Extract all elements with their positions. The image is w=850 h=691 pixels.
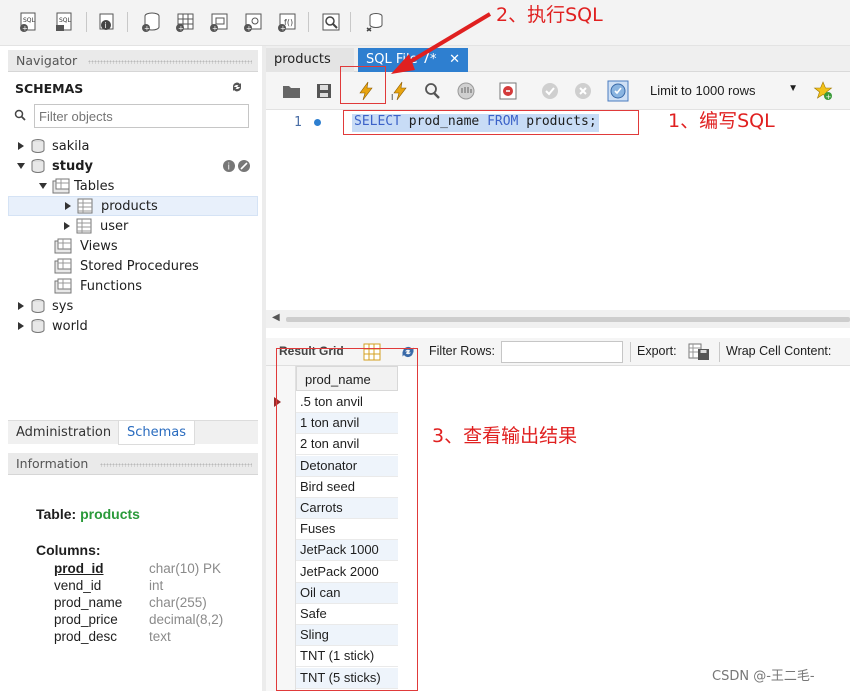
expand-arrow-icon[interactable] <box>63 201 73 211</box>
annotation-execute-sql: 2、执行SQL <box>496 4 603 26</box>
tree-schema-sakila[interactable]: sakila <box>16 136 89 156</box>
svg-text:+: + <box>212 25 218 33</box>
tables-folder-icon <box>52 178 70 194</box>
tree-schema-study[interactable]: study <box>16 156 93 176</box>
rollback-icon[interactable] <box>571 80 595 102</box>
svg-text:i: i <box>105 21 107 30</box>
export-icon[interactable] <box>688 342 710 366</box>
limit-rows-select[interactable]: Limit to 1000 rows ▼ <box>646 81 804 103</box>
views-folder-icon <box>54 238 72 254</box>
expand-arrow-icon[interactable] <box>16 301 26 311</box>
commit-icon[interactable] <box>538 80 562 102</box>
tree-folder-tables[interactable]: Tables <box>38 176 114 196</box>
info-table-name: products <box>80 506 140 522</box>
annotation-write-sql: 1、编写SQL <box>668 110 775 132</box>
create-table-icon[interactable]: + <box>172 9 198 35</box>
create-function-icon[interactable]: f() + <box>274 9 300 35</box>
filter-objects-input-wrap <box>34 104 249 128</box>
tree-table-user[interactable]: user <box>62 216 128 236</box>
svg-text:SQL: SQL <box>59 17 72 24</box>
explain-magnifier-icon[interactable] <box>420 80 444 102</box>
execute-current-statement-icon[interactable]: I <box>388 80 412 102</box>
information-title: Information <box>16 456 89 471</box>
info-table-label: Table: products <box>36 506 140 522</box>
filter-rows-label: Filter Rows: <box>429 344 495 358</box>
tree-folder-views[interactable]: Views <box>54 236 118 256</box>
svg-text:+: + <box>144 25 150 33</box>
sql-editor[interactable]: 1 SELECT prod_name FROM products; <box>266 110 850 310</box>
watermark: CSDN @-王二毛- <box>712 669 815 684</box>
svg-text:i: i <box>228 163 231 173</box>
database-icon <box>31 139 45 153</box>
open-sql-script-icon[interactable]: SQL <box>52 9 78 35</box>
collapse-arrow-icon[interactable] <box>38 181 48 191</box>
annotation-view-results: 3、查看输出结果 <box>432 425 578 447</box>
expand-arrow-icon[interactable] <box>16 321 26 331</box>
info-columns-label: Columns: <box>36 542 101 558</box>
svg-text:+: + <box>826 93 832 101</box>
wrap-cell-content-label: Wrap Cell Content: <box>726 344 832 358</box>
expand-arrow-icon[interactable] <box>62 221 72 231</box>
procedures-folder-icon <box>54 258 72 274</box>
schema-info-icon[interactable]: i <box>222 158 254 178</box>
annotation-box-execute <box>340 66 386 104</box>
scroll-thumb[interactable] <box>286 317 850 322</box>
svg-text:+: + <box>280 25 286 33</box>
create-schema-icon[interactable]: + <box>138 9 164 35</box>
schemas-title: SCHEMAS <box>15 81 84 96</box>
information-header: Information <box>8 453 258 475</box>
line-marker-icon <box>314 119 321 126</box>
svg-text:I: I <box>391 93 393 101</box>
navigator-title: Navigator <box>16 53 78 68</box>
database-icon <box>31 299 45 313</box>
stop-icon[interactable] <box>454 80 478 102</box>
tree-schema-world[interactable]: world <box>16 316 88 336</box>
line-number: 1 <box>294 115 302 130</box>
horizontal-scrollbar[interactable]: ◀ <box>266 310 850 328</box>
create-procedure-icon[interactable]: + <box>240 9 266 35</box>
chevron-down-icon: ▼ <box>788 83 798 94</box>
table-icon <box>77 198 93 214</box>
scroll-left-icon[interactable]: ◀ <box>272 312 280 323</box>
navigator-header: Navigator <box>8 50 258 72</box>
tree-schema-sys[interactable]: sys <box>16 296 73 316</box>
toggle-autocommit-icon[interactable] <box>606 80 630 102</box>
search-table-data-icon[interactable] <box>318 9 344 35</box>
add-snippet-star-icon[interactable]: + <box>811 80 835 102</box>
annotation-arrow <box>391 12 492 74</box>
filter-objects-input[interactable] <box>35 105 248 127</box>
svg-text:+: + <box>246 25 252 33</box>
tab-schemas[interactable]: Schemas <box>118 421 196 445</box>
collapse-arrow-icon[interactable] <box>16 161 26 171</box>
expand-arrow-icon[interactable] <box>16 141 26 151</box>
annotation-box-results <box>276 348 418 691</box>
database-icon <box>31 319 45 333</box>
table-icon <box>76 218 92 234</box>
tree-folder-stored-procedures[interactable]: Stored Procedures <box>54 256 199 276</box>
export-label: Export: <box>637 344 677 358</box>
svg-text:+: + <box>22 25 28 33</box>
svg-text:SQL: SQL <box>23 17 36 24</box>
information-panel: Table: products Columns: prod_id char(10)… <box>8 475 258 691</box>
annotation-box-sql <box>343 110 639 135</box>
refresh-icon[interactable] <box>230 80 244 98</box>
tree-table-products[interactable]: products <box>8 196 258 216</box>
functions-folder-icon <box>54 278 72 294</box>
navigator-bottom-tabs: Administration Schemas <box>8 420 258 445</box>
save-icon[interactable] <box>312 80 336 102</box>
filter-rows-input[interactable] <box>501 341 623 363</box>
new-sql-tab-icon[interactable]: SQL + <box>16 9 42 35</box>
open-file-icon[interactable] <box>280 80 304 102</box>
tree-folder-functions[interactable]: Functions <box>54 276 142 296</box>
tab-administration[interactable]: Administration <box>8 421 119 445</box>
create-view-icon[interactable]: + <box>206 9 232 35</box>
svg-text:+: + <box>178 25 184 33</box>
database-icon <box>31 159 45 173</box>
schema-tree-panel: SCHEMAS sakila study i Tables products u… <box>8 72 258 417</box>
search-icon <box>14 109 26 125</box>
open-inspector-icon[interactable]: i <box>94 9 120 35</box>
toggle-stop-on-error-icon[interactable] <box>496 80 520 102</box>
